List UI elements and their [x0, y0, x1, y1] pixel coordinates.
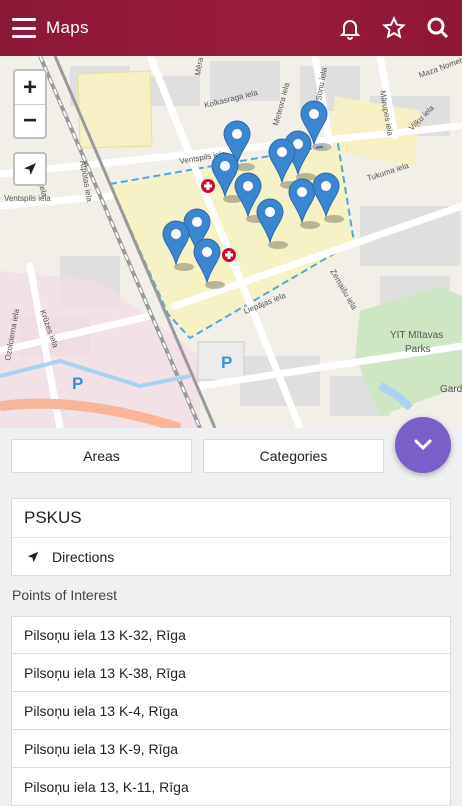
- list-item[interactable]: Pilsoņu iela 13 K-9, Rīga: [11, 730, 451, 768]
- app-bar: Maps: [0, 0, 462, 56]
- bell-icon[interactable]: [338, 16, 362, 40]
- list-item[interactable]: Pilsoņu iela 13 K-4, Rīga: [11, 692, 451, 730]
- locate-button[interactable]: [13, 152, 47, 186]
- svg-text:Garde: Garde: [440, 384, 462, 395]
- chevron-down-icon: [414, 439, 432, 451]
- categories-button[interactable]: Categories: [203, 439, 384, 473]
- navigation-arrow-icon: [24, 163, 36, 175]
- areas-button[interactable]: Areas: [11, 439, 192, 473]
- svg-text:P: P: [72, 374, 83, 393]
- map-view[interactable]: P P Ventspils iela Ventspils iela Atpūta…: [0, 56, 462, 428]
- search-icon[interactable]: [426, 16, 450, 40]
- navigation-arrow-icon: [27, 551, 39, 562]
- directions-button[interactable]: Directions: [12, 538, 450, 575]
- app-title: Maps: [46, 18, 89, 37]
- svg-text:P: P: [221, 353, 232, 372]
- zoom-control: + −: [13, 69, 47, 139]
- list-item[interactable]: Pilsoņu iela 13 K-32, Rīga: [11, 616, 451, 654]
- poi-list: Pilsoņu iela 13 K-32, Rīga Pilsoņu iela …: [11, 616, 451, 806]
- svg-text:Parks: Parks: [405, 344, 431, 355]
- menu-icon[interactable]: [12, 18, 36, 38]
- directions-label: Directions: [52, 548, 115, 565]
- place-name: PSKUS: [12, 499, 450, 538]
- hospital-icon: [222, 248, 236, 262]
- map-canvas: P P Ventspils iela Ventspils iela Atpūta…: [0, 56, 462, 428]
- zoom-in-button[interactable]: +: [15, 71, 45, 104]
- app-bar-actions: [338, 16, 450, 40]
- hospital-icon: [201, 179, 215, 193]
- poi-section-title: Points of Interest: [12, 587, 118, 603]
- selected-place-card: PSKUS Directions: [11, 498, 451, 576]
- svg-text:YIT Mītavas: YIT Mītavas: [390, 330, 443, 341]
- list-item[interactable]: Pilsoņu iela 13, K-11, Rīga: [11, 768, 451, 806]
- expand-button[interactable]: [395, 417, 451, 473]
- zoom-out-button[interactable]: −: [15, 104, 45, 137]
- list-item[interactable]: Pilsoņu iela 13 K-38, Rīga: [11, 654, 451, 692]
- star-icon[interactable]: [382, 16, 406, 40]
